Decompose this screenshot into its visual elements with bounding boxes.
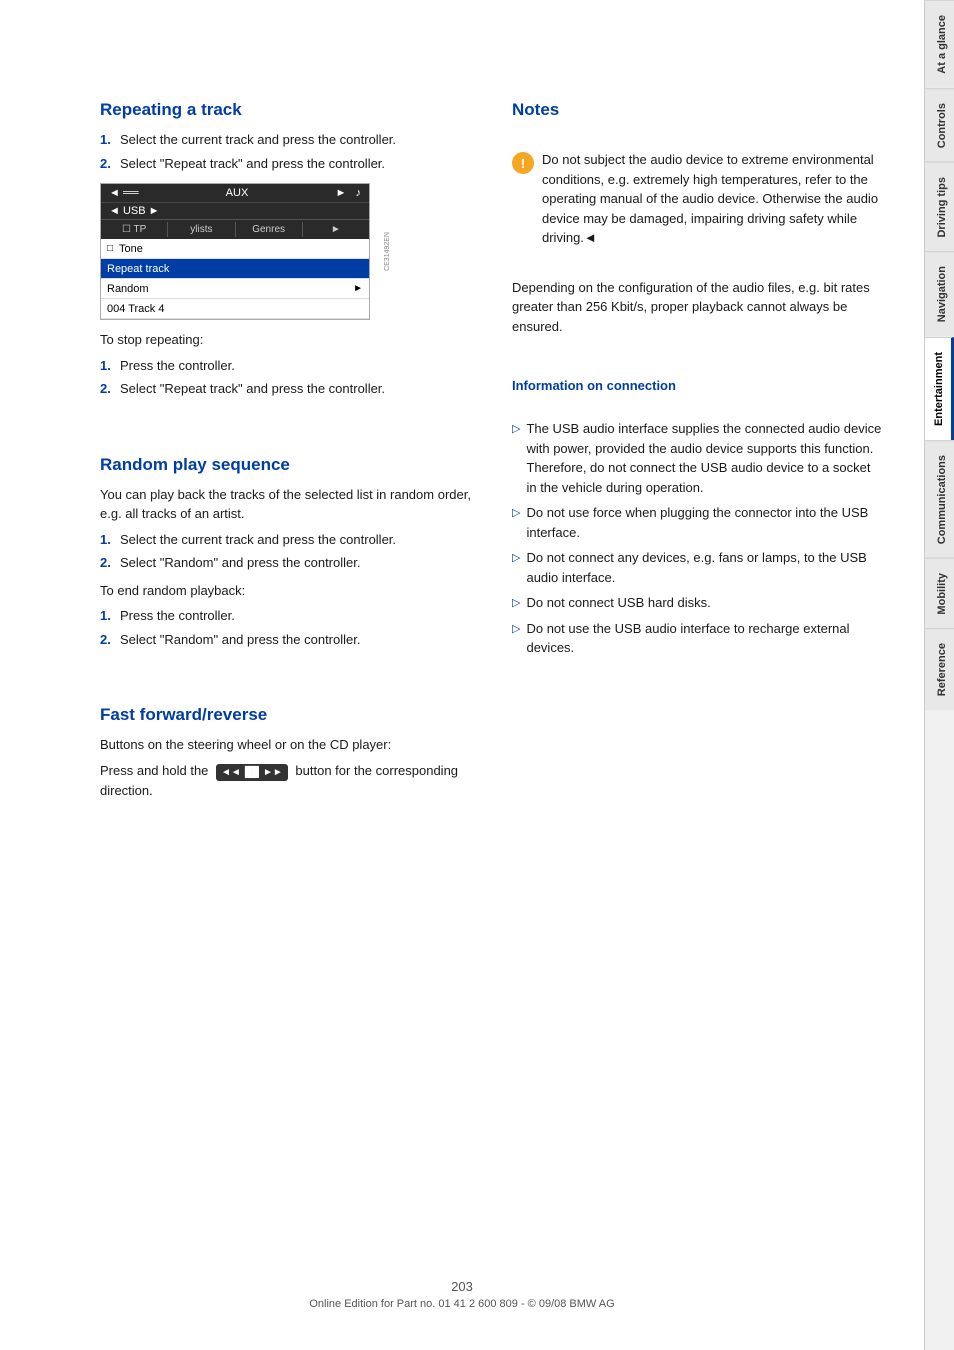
section-random-play: Random play sequence You can play back t… bbox=[100, 455, 472, 656]
screen-mockup: ◄ ══ AUX ► ♪ ◄ USB ► ☐ TP ylists Genres … bbox=[100, 183, 370, 320]
rewind-icon: ◄◄ bbox=[221, 765, 241, 780]
step-item: 1. Press the controller. bbox=[100, 356, 472, 376]
sidebar-tab-at-a-glance[interactable]: At a glance bbox=[925, 0, 954, 88]
random-play-intro: You can play back the tracks of the sele… bbox=[100, 485, 472, 524]
fast-forward-line1: Buttons on the steering wheel or on the … bbox=[100, 735, 472, 755]
step-item: 2. Select "Random" and press the control… bbox=[100, 553, 472, 573]
bullet-arrow-icon: ▷ bbox=[512, 550, 520, 567]
left-column: Repeating a track 1. Select the current … bbox=[100, 100, 472, 981]
screen-menu-bar: ☐ TP ylists Genres ► bbox=[101, 219, 369, 239]
page-container: Repeating a track 1. Select the current … bbox=[0, 0, 954, 1350]
top-bar-right: ► ♪ bbox=[335, 187, 361, 199]
sidebar-tabs: At a glance Controls Driving tips Naviga… bbox=[924, 0, 954, 1350]
notes-title: Notes bbox=[512, 100, 884, 120]
end-steps: 1. Press the controller. 2. Select "Rand… bbox=[100, 606, 472, 649]
page-number: 203 bbox=[0, 1279, 924, 1294]
menu-tp: ☐ TP bbox=[101, 222, 168, 237]
top-bar-label: AUX bbox=[226, 187, 249, 199]
screen-row-random: Random ► bbox=[101, 279, 369, 299]
bullet-item: ▷ Do not connect any devices, e.g. fans … bbox=[512, 548, 884, 587]
bullet-arrow-icon: ▷ bbox=[512, 505, 520, 522]
top-bar-left-arrow: ◄ ══ bbox=[109, 187, 139, 199]
menu-arrow: ► bbox=[303, 222, 369, 237]
bullet-arrow-icon: ▷ bbox=[512, 595, 520, 612]
fast-forward-line2: Press and hold the ◄◄ ██ ►► button for t… bbox=[100, 761, 472, 801]
sidebar-tab-controls[interactable]: Controls bbox=[925, 88, 954, 162]
forward-icon: ██ bbox=[245, 765, 259, 780]
stop-steps: 1. Press the controller. 2. Select "Repe… bbox=[100, 356, 472, 399]
ff-button: ◄◄ ██ ►► bbox=[216, 764, 288, 781]
right-column: Notes ! Do not subject the audio device … bbox=[512, 100, 884, 981]
step-item: 2. Select "Repeat track" and press the c… bbox=[100, 154, 472, 174]
bullet-item: ▷ Do not connect USB hard disks. bbox=[512, 593, 884, 613]
sidebar-tab-mobility[interactable]: Mobility bbox=[925, 558, 954, 629]
random-play-steps: 1. Select the current track and press th… bbox=[100, 530, 472, 573]
screen-row-tone: □ Tone bbox=[101, 239, 369, 259]
repeating-track-title: Repeating a track bbox=[100, 100, 472, 120]
bullet-item: ▷ Do not use the USB audio interface to … bbox=[512, 619, 884, 658]
repeating-track-steps: 1. Select the current track and press th… bbox=[100, 130, 472, 173]
warning-icon: ! bbox=[512, 152, 534, 174]
screen-rows: □ Tone Repeat track Random ► 004 Track 4 bbox=[101, 239, 369, 319]
to-stop-label: To stop repeating: bbox=[100, 330, 472, 350]
sidebar-tab-reference[interactable]: Reference bbox=[925, 628, 954, 710]
step-item: 1. Press the controller. bbox=[100, 606, 472, 626]
info-connection-title: Information on connection bbox=[512, 378, 884, 393]
sidebar-tab-driving-tips[interactable]: Driving tips bbox=[925, 162, 954, 252]
to-end-label: To end random playback: bbox=[100, 581, 472, 601]
screen-second-bar: ◄ USB ► bbox=[101, 202, 369, 219]
fastfwd-icon: ►► bbox=[263, 765, 283, 780]
sidebar-tab-navigation[interactable]: Navigation bbox=[925, 251, 954, 336]
screen-side-label: CE31492EN bbox=[384, 232, 391, 271]
step-item: 1. Select the current track and press th… bbox=[100, 530, 472, 550]
bullet-list: ▷ The USB audio interface supplies the c… bbox=[512, 419, 884, 664]
section-fast-forward: Fast forward/reverse Buttons on the stee… bbox=[100, 705, 472, 806]
bullet-item: ▷ The USB audio interface supplies the c… bbox=[512, 419, 884, 497]
screen-row-repeat: Repeat track bbox=[101, 259, 369, 279]
fast-forward-title: Fast forward/reverse bbox=[100, 705, 472, 725]
extra-note: Depending on the configuration of the au… bbox=[512, 278, 884, 337]
warning-block: ! Do not subject the audio device to ext… bbox=[512, 150, 884, 248]
sidebar-tab-entertainment[interactable]: Entertainment bbox=[925, 337, 954, 440]
screen-row-track: 004 Track 4 bbox=[101, 299, 369, 319]
screen-top-bar: ◄ ══ AUX ► ♪ bbox=[101, 184, 369, 202]
menu-ylists: ylists bbox=[168, 222, 235, 237]
step-item: 2. Select "Random" and press the control… bbox=[100, 630, 472, 650]
main-content: Repeating a track 1. Select the current … bbox=[0, 0, 924, 1350]
menu-genres: Genres bbox=[236, 222, 303, 237]
bullet-arrow-icon: ▷ bbox=[512, 421, 520, 438]
section-repeating-track: Repeating a track 1. Select the current … bbox=[100, 100, 472, 405]
sidebar-tab-communications[interactable]: Communications bbox=[925, 440, 954, 558]
copyright-text: Online Edition for Part no. 01 41 2 600 … bbox=[0, 1298, 924, 1310]
step-item: 2. Select "Repeat track" and press the c… bbox=[100, 379, 472, 399]
page-footer: 203 Online Edition for Part no. 01 41 2 … bbox=[0, 1279, 924, 1310]
warning-text: Do not subject the audio device to extre… bbox=[542, 150, 884, 248]
random-play-title: Random play sequence bbox=[100, 455, 472, 475]
bullet-item: ▷ Do not use force when plugging the con… bbox=[512, 503, 884, 542]
step-item: 1. Select the current track and press th… bbox=[100, 130, 472, 150]
bullet-arrow-icon: ▷ bbox=[512, 621, 520, 638]
